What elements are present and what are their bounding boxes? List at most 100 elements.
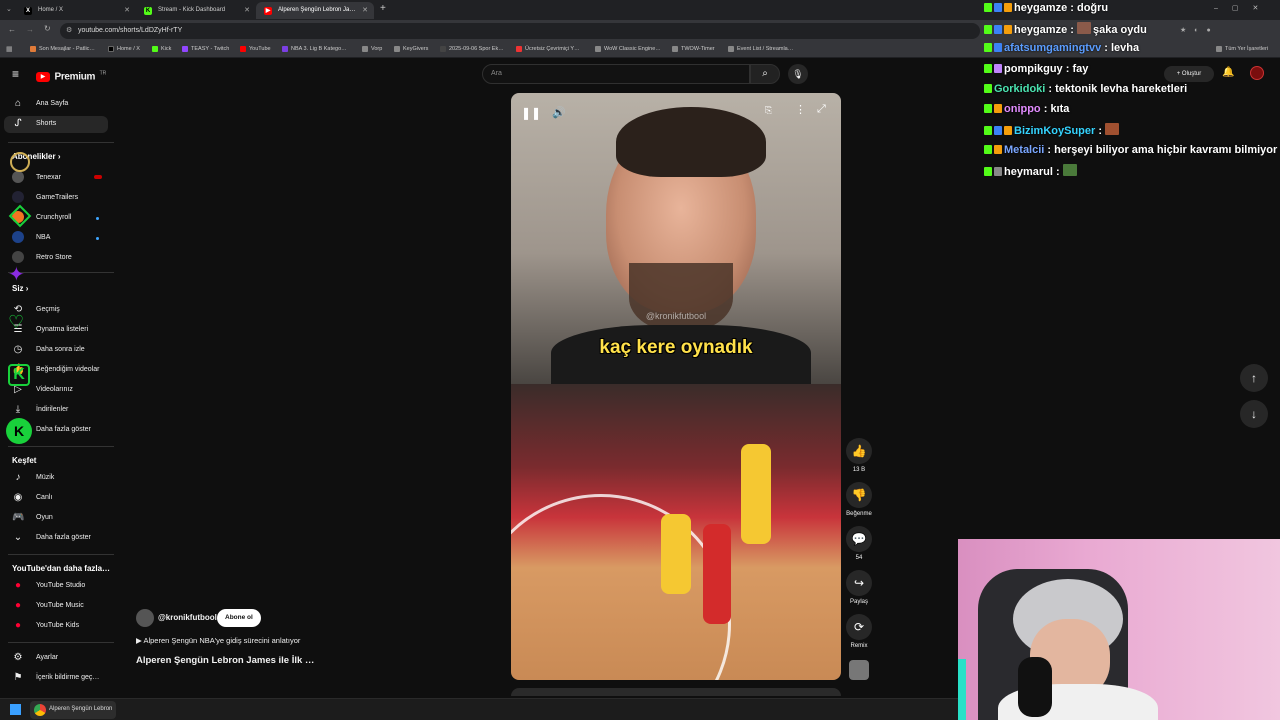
bookmark-item[interactable]: YouTube [240, 46, 271, 52]
close-icon[interactable]: ✕ [244, 6, 250, 14]
sub-badge-icon [994, 104, 1002, 113]
bookmark-item[interactable]: NBA 3. Lig B Katego… [282, 46, 347, 52]
sidebar-item-gaming[interactable]: Oyun [36, 514, 53, 521]
sidebar-item-report-history[interactable]: İçerik bildirme geç… [36, 674, 99, 681]
remix-button[interactable]: ⟳ [846, 614, 872, 640]
chat-message: BizimKoySuper : [984, 123, 1121, 137]
extension-icons[interactable]: ★◐● [1180, 26, 1219, 34]
sidebar-item-show-more[interactable]: Daha fazla göster [36, 534, 91, 541]
bookmark-item[interactable]: TWOW-Timer [672, 46, 715, 52]
sidebar-item-liked[interactable]: Beğendiğim videolar [36, 366, 99, 373]
interview-scene: @kronikfutbool kaç kere oynadık [511, 93, 841, 395]
chat-message: pompikguy : fay [984, 63, 1088, 75]
flag-icon: ⚑ [13, 672, 23, 683]
create-button[interactable]: + Oluştur [1164, 66, 1214, 82]
divider [8, 554, 114, 555]
subscribe-button[interactable]: Abone ol [217, 609, 261, 627]
overlay-kick-icon: K [8, 364, 30, 386]
short-video-player[interactable]: @kronikfutbool kaç kere oynadık ❚❚ 🔊 ⎘ ⋮… [511, 93, 841, 680]
back-icon[interactable]: ← [8, 25, 16, 34]
previous-short-button[interactable]: ↑ [1240, 364, 1268, 392]
next-short-button[interactable]: ↓ [1240, 400, 1268, 428]
account-avatar[interactable] [1250, 66, 1264, 80]
sidebar-item-settings[interactable]: Ayarlar [36, 654, 58, 661]
bookmark-item[interactable]: Ücretsiz Çevrimiçi Y… [516, 46, 580, 52]
sub-retro-store[interactable]: Retro Store [36, 254, 72, 261]
tab-kick[interactable]: K Stream - Kick Dashboard ✕ [136, 2, 256, 19]
live-icon: ◉ [13, 492, 23, 503]
taskbar-app[interactable]: Alperen Şengün Lebron [30, 701, 116, 719]
search-button[interactable]: ⌕ [750, 64, 780, 84]
short-description[interactable]: ▶ Alperen Şengün NBA'ye gidiş sürecini a… [136, 636, 300, 645]
thumbs-down-icon: 👎 [851, 488, 867, 502]
more-options-button[interactable]: ⋮ [795, 103, 806, 116]
youtube-logo[interactable]: ▶ Premium TR [36, 68, 106, 86]
close-icon[interactable]: ✕ [124, 6, 130, 14]
bookmark-item[interactable]: Son Mesajlar - Patlic… [30, 46, 95, 52]
chat-message: afatsumgamingtvv : levha [984, 42, 1139, 54]
microphone-icon: 🎙 [792, 69, 804, 79]
fullscreen-button[interactable]: ⤢ [817, 103, 826, 116]
chat-message: heymarul : [984, 164, 1079, 178]
tab-search-icon[interactable]: ⌄ [6, 5, 12, 13]
sub-nba[interactable]: NBA [36, 234, 50, 241]
new-tab-button[interactable]: + [380, 3, 386, 14]
search-input[interactable]: Ara [491, 70, 502, 77]
volume-button[interactable]: 🔊 [549, 103, 569, 123]
menu-icon[interactable]: ≡ [12, 67, 19, 81]
bookmark-item[interactable]: WoW Classic Engine… [595, 46, 661, 52]
bookmark-item[interactable]: Event List / Streamla… [728, 46, 793, 52]
bookmark-item[interactable]: Home / X [108, 46, 140, 52]
channel-name[interactable]: @kronikfutbool [158, 613, 217, 622]
sidebar-item-home[interactable]: ⌂ Ana Sayfa [4, 96, 108, 112]
comments-button[interactable]: 💬 [846, 526, 872, 552]
close-icon[interactable]: ✕ [362, 6, 368, 14]
reload-icon[interactable]: ↻ [44, 24, 51, 33]
site-info-icon[interactable]: ⚙ [66, 26, 72, 34]
bookmark-item[interactable]: Kick [152, 46, 171, 52]
gift-badge-icon [1004, 3, 1012, 12]
share-button[interactable]: ↪ [846, 570, 872, 596]
sub-tenexar[interactable]: Tenexar [36, 174, 61, 181]
tab-x[interactable]: X Home / X ✕ [16, 2, 136, 19]
address-bar[interactable]: ⚙ youtube.com/shorts/LdDZyHf-rTY [60, 23, 980, 39]
all-bookmarks[interactable]: Tüm Yer İşaretleri [1216, 46, 1268, 52]
sidebar-item-studio[interactable]: YouTube Studio [36, 582, 85, 589]
bookmark-item[interactable]: Vorp [362, 46, 382, 52]
windows-start-icon[interactable] [10, 704, 21, 715]
gift-badge-icon [1004, 126, 1012, 135]
bookmark-item[interactable]: KeyGivers [394, 46, 428, 52]
sidebar-item-your-videos[interactable]: Videolarınız [36, 386, 73, 393]
sidebar-item-shorts[interactable]: ᔑ Shorts [4, 116, 108, 133]
forward-icon[interactable]: → [26, 25, 34, 34]
apps-icon[interactable]: ▦ [6, 45, 13, 53]
dislike-button[interactable]: 👎 [846, 482, 872, 508]
like-button[interactable]: 👍 [846, 438, 872, 464]
sidebar-item-live[interactable]: Canlı [36, 494, 52, 501]
sidebar-item-downloads[interactable]: İndirilenler [36, 406, 68, 413]
voice-search-button[interactable]: 🎙 [788, 64, 808, 84]
sub-crunchyroll[interactable]: Crunchyroll [36, 214, 71, 221]
chat-message: Gorkidoki : tektonik levha hareketleri [984, 83, 1187, 95]
sidebar-item-music-app[interactable]: YouTube Music [36, 602, 84, 609]
bookmark-item[interactable]: TEASY - Twitch [182, 46, 229, 52]
sidebar-item-show-more[interactable]: Daha fazla göster [36, 426, 91, 433]
tab-youtube[interactable]: ▶ Alperen Şengün Lebron Ja… ✕ [256, 2, 374, 19]
sidebar-item-music[interactable]: Müzik [36, 474, 54, 481]
window-controls[interactable]: –▢✕ [1214, 4, 1272, 12]
sidebar-item-watch-later[interactable]: Daha sonra izle [36, 346, 85, 353]
notifications-icon[interactable]: 🔔 [1222, 67, 1234, 78]
bookmark-item[interactable]: 2025-09-06 Spor Ek… [440, 46, 504, 52]
sidebar-item-playlists[interactable]: Oynatma listeleri [36, 326, 88, 333]
sub-gametrailers[interactable]: GameTrailers [36, 194, 78, 201]
sound-thumbnail[interactable] [849, 660, 869, 680]
sidebar-item-history[interactable]: Geçmiş [36, 306, 60, 313]
player-red [703, 524, 731, 624]
sidebar-item-kids[interactable]: YouTube Kids [36, 622, 79, 629]
remix-icon: ⟳ [853, 620, 865, 634]
search-box[interactable]: Ara [482, 64, 750, 84]
pause-button[interactable]: ❚❚ [521, 103, 541, 123]
short-title[interactable]: Alperen Şengün Lebron James ile İlk … [136, 655, 314, 666]
captions-button[interactable]: ⎘ [765, 105, 772, 116]
channel-avatar[interactable] [136, 609, 154, 627]
